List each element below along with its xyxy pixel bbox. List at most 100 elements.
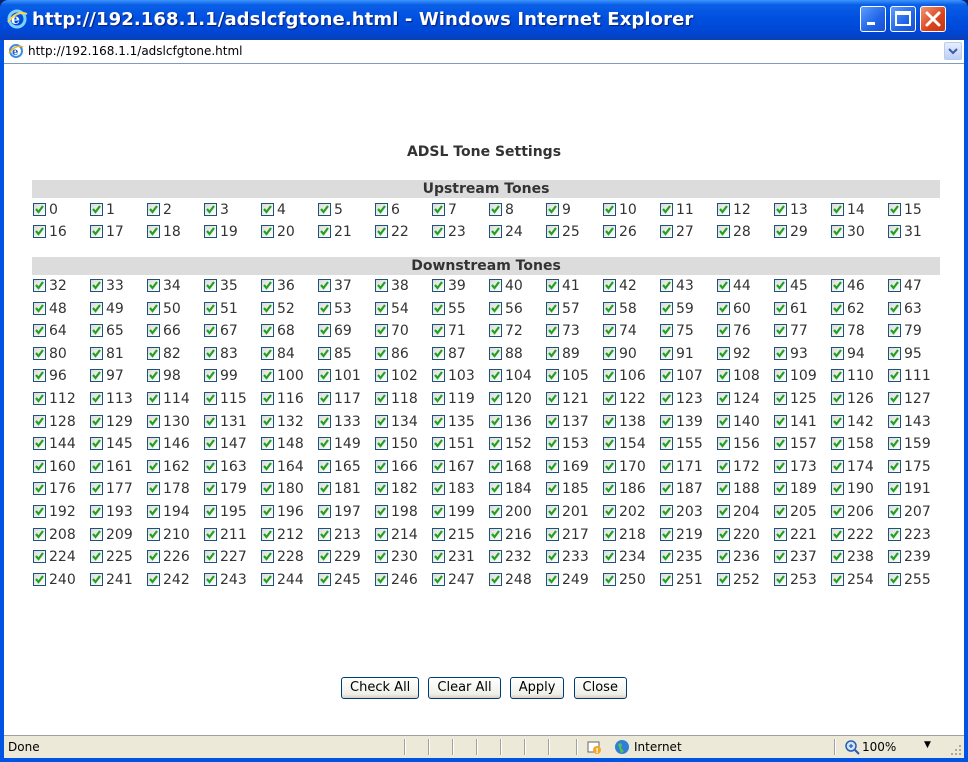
tone-checkbox-33[interactable]: 33 — [90, 278, 124, 298]
tone-checkbox-117[interactable]: 117 — [318, 391, 361, 411]
checkbox[interactable] — [318, 203, 331, 216]
checkbox[interactable] — [603, 437, 616, 450]
tone-checkbox-43[interactable]: 43 — [660, 278, 694, 298]
checkbox[interactable] — [147, 225, 160, 238]
checkbox[interactable] — [774, 324, 787, 337]
checkbox[interactable] — [90, 460, 103, 473]
checkbox[interactable] — [147, 528, 160, 541]
tone-checkbox-241[interactable]: 241 — [90, 572, 133, 592]
checkbox[interactable] — [432, 460, 445, 473]
tone-checkbox-162[interactable]: 162 — [147, 459, 190, 479]
checkbox[interactable] — [774, 482, 787, 495]
checkbox[interactable] — [90, 347, 103, 360]
tone-checkbox-252[interactable]: 252 — [717, 572, 760, 592]
resize-grip-icon[interactable] — [950, 744, 962, 756]
tone-checkbox-34[interactable]: 34 — [147, 278, 181, 298]
tone-checkbox-150[interactable]: 150 — [375, 436, 418, 456]
checkbox[interactable] — [204, 437, 217, 450]
tone-checkbox-113[interactable]: 113 — [90, 391, 133, 411]
tone-checkbox-73[interactable]: 73 — [546, 323, 580, 343]
tone-checkbox-134[interactable]: 134 — [375, 414, 418, 434]
tone-checkbox-9[interactable]: 9 — [546, 202, 571, 222]
checkbox[interactable] — [831, 460, 844, 473]
checkbox[interactable] — [318, 437, 331, 450]
checkbox[interactable] — [717, 347, 730, 360]
checkbox[interactable] — [261, 415, 274, 428]
tone-checkbox-218[interactable]: 218 — [603, 527, 646, 547]
checkbox[interactable] — [90, 225, 103, 238]
tone-checkbox-124[interactable]: 124 — [717, 391, 760, 411]
tone-checkbox-188[interactable]: 188 — [717, 481, 760, 501]
tone-checkbox-172[interactable]: 172 — [717, 459, 760, 479]
tone-checkbox-96[interactable]: 96 — [33, 368, 67, 388]
checkbox[interactable] — [603, 347, 616, 360]
tone-checkbox-217[interactable]: 217 — [546, 527, 589, 547]
checkbox[interactable] — [603, 573, 616, 586]
tone-checkbox-187[interactable]: 187 — [660, 481, 703, 501]
tone-checkbox-110[interactable]: 110 — [831, 368, 874, 388]
tone-checkbox-197[interactable]: 197 — [318, 504, 361, 524]
tone-checkbox-176[interactable]: 176 — [33, 481, 76, 501]
checkbox[interactable] — [717, 528, 730, 541]
checkbox[interactable] — [831, 482, 844, 495]
tone-checkbox-123[interactable]: 123 — [660, 391, 703, 411]
checkbox[interactable] — [318, 460, 331, 473]
checkbox[interactable] — [831, 324, 844, 337]
checkbox[interactable] — [33, 324, 46, 337]
tone-checkbox-195[interactable]: 195 — [204, 504, 247, 524]
checkbox[interactable] — [147, 392, 160, 405]
minimize-button[interactable] — [860, 6, 886, 32]
checkbox[interactable] — [204, 528, 217, 541]
checkbox[interactable] — [660, 392, 673, 405]
checkbox[interactable] — [204, 369, 217, 382]
tone-checkbox-79[interactable]: 79 — [888, 323, 922, 343]
checkbox[interactable] — [261, 437, 274, 450]
checkbox[interactable] — [147, 505, 160, 518]
checkbox[interactable] — [831, 437, 844, 450]
tone-checkbox-174[interactable]: 174 — [831, 459, 874, 479]
tone-checkbox-206[interactable]: 206 — [831, 504, 874, 524]
checkbox[interactable] — [147, 347, 160, 360]
checkbox[interactable] — [90, 203, 103, 216]
checkbox[interactable] — [717, 415, 730, 428]
tone-checkbox-21[interactable]: 21 — [318, 224, 352, 244]
checkbox[interactable] — [261, 528, 274, 541]
checkbox[interactable] — [717, 324, 730, 337]
checkbox[interactable] — [147, 324, 160, 337]
tone-checkbox-53[interactable]: 53 — [318, 301, 352, 321]
tone-checkbox-32[interactable]: 32 — [33, 278, 67, 298]
maximize-button[interactable] — [890, 6, 916, 32]
checkbox[interactable] — [432, 573, 445, 586]
checkbox[interactable] — [603, 203, 616, 216]
tone-checkbox-146[interactable]: 146 — [147, 436, 190, 456]
tone-checkbox-192[interactable]: 192 — [33, 504, 76, 524]
tone-checkbox-227[interactable]: 227 — [204, 549, 247, 569]
tone-checkbox-45[interactable]: 45 — [774, 278, 808, 298]
tone-checkbox-142[interactable]: 142 — [831, 414, 874, 434]
checkbox[interactable] — [33, 225, 46, 238]
tone-checkbox-35[interactable]: 35 — [204, 278, 238, 298]
checkbox[interactable] — [432, 415, 445, 428]
checkbox[interactable] — [888, 550, 901, 563]
tone-checkbox-219[interactable]: 219 — [660, 527, 703, 547]
checkbox[interactable] — [90, 415, 103, 428]
checkbox[interactable] — [432, 225, 445, 238]
checkbox[interactable] — [831, 528, 844, 541]
tone-checkbox-97[interactable]: 97 — [90, 368, 124, 388]
checkbox[interactable] — [774, 550, 787, 563]
checkbox[interactable] — [774, 225, 787, 238]
checkbox[interactable] — [660, 347, 673, 360]
checkbox[interactable] — [603, 392, 616, 405]
tone-checkbox-120[interactable]: 120 — [489, 391, 532, 411]
tone-checkbox-27[interactable]: 27 — [660, 224, 694, 244]
checkbox[interactable] — [831, 203, 844, 216]
tone-checkbox-208[interactable]: 208 — [33, 527, 76, 547]
checkbox[interactable] — [261, 279, 274, 292]
checkbox[interactable] — [204, 505, 217, 518]
checkbox[interactable] — [546, 550, 559, 563]
checkbox[interactable] — [432, 347, 445, 360]
checkbox[interactable] — [546, 392, 559, 405]
checkbox[interactable] — [33, 528, 46, 541]
checkbox[interactable] — [546, 225, 559, 238]
tone-checkbox-234[interactable]: 234 — [603, 549, 646, 569]
